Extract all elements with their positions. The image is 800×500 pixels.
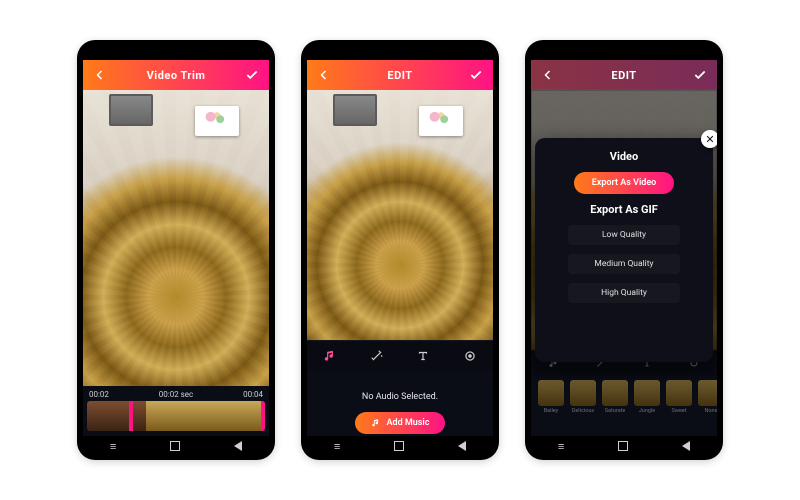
nav-back-icon[interactable]: [234, 441, 242, 451]
header-bar: Video Trim: [83, 60, 269, 90]
filter-item[interactable]: Sweet: [665, 380, 693, 424]
back-icon[interactable]: [93, 68, 107, 82]
time-start: 00:02: [89, 390, 109, 399]
export-sheet: ✕ Video Export As Video Export As GIF Lo…: [535, 138, 713, 362]
nav-back-icon[interactable]: [458, 441, 466, 451]
no-audio-label: No Audio Selected.: [362, 392, 438, 402]
header-bar: EDIT: [307, 60, 493, 90]
timeline-times: 00:02 00:02 sec 00:04: [83, 386, 269, 401]
status-bar: [83, 46, 269, 60]
tab-magic[interactable]: [366, 345, 388, 367]
phone-export: EDIT Bailey Delicious Saturate Jungle Sw…: [525, 40, 723, 460]
tab-music[interactable]: [319, 345, 341, 367]
phone-edit-music: EDIT: [301, 40, 499, 460]
home-icon[interactable]: [170, 441, 180, 451]
tab-text[interactable]: [412, 345, 434, 367]
time-duration: 00:02 sec: [159, 390, 193, 399]
edit-tabs: [307, 340, 493, 371]
export-heading-video: Video: [610, 150, 638, 163]
add-music-label: Add Music: [387, 418, 430, 428]
add-music-button[interactable]: Add Music: [355, 412, 446, 434]
header-bar: EDIT: [531, 60, 717, 90]
recent-apps-icon[interactable]: ≡: [334, 440, 340, 453]
quality-low-button[interactable]: Low Quality: [568, 225, 680, 245]
page-title: Video Trim: [147, 69, 206, 82]
video-preview[interactable]: [307, 90, 493, 340]
export-heading-gif: Export As GIF: [590, 203, 657, 216]
android-navbar: ≡: [307, 436, 493, 456]
filter-item[interactable]: Jungle: [633, 380, 661, 424]
trim-strip[interactable]: [87, 401, 265, 431]
home-icon[interactable]: [394, 441, 404, 451]
nav-back-icon[interactable]: [682, 441, 690, 451]
back-icon[interactable]: [317, 68, 331, 82]
quality-medium-button[interactable]: Medium Quality: [568, 254, 680, 274]
android-navbar: ≡: [83, 436, 269, 456]
filter-item[interactable]: None: [697, 380, 717, 424]
status-bar: [307, 46, 493, 60]
page-title: EDIT: [387, 69, 412, 82]
recent-apps-icon[interactable]: ≡: [110, 440, 116, 453]
export-as-video-button[interactable]: Export As Video: [574, 172, 675, 194]
confirm-icon[interactable]: [245, 68, 259, 82]
recent-apps-icon[interactable]: ≡: [558, 440, 564, 453]
trim-handle-left[interactable]: [129, 401, 133, 431]
home-icon[interactable]: [618, 441, 628, 451]
trim-handle-right[interactable]: [261, 401, 265, 431]
close-icon[interactable]: ✕: [701, 130, 717, 148]
filter-item[interactable]: Delicious: [569, 380, 597, 424]
confirm-icon[interactable]: [693, 68, 707, 82]
status-bar: [531, 46, 717, 60]
tab-settings[interactable]: [459, 345, 481, 367]
time-end: 00:04: [243, 390, 263, 399]
quality-high-button[interactable]: High Quality: [568, 283, 680, 303]
filter-strip: Bailey Delicious Saturate Jungle Sweet N…: [531, 376, 717, 428]
music-note-icon: [371, 418, 381, 428]
filter-item[interactable]: Saturate: [601, 380, 629, 424]
page-title: EDIT: [611, 69, 636, 82]
video-preview[interactable]: [83, 90, 269, 386]
filter-item[interactable]: Bailey: [537, 380, 565, 424]
confirm-icon[interactable]: [469, 68, 483, 82]
phone-video-trim: Video Trim 00:02 00:02 sec 00:04: [77, 40, 275, 460]
android-navbar: ≡: [531, 436, 717, 456]
back-icon[interactable]: [541, 68, 555, 82]
